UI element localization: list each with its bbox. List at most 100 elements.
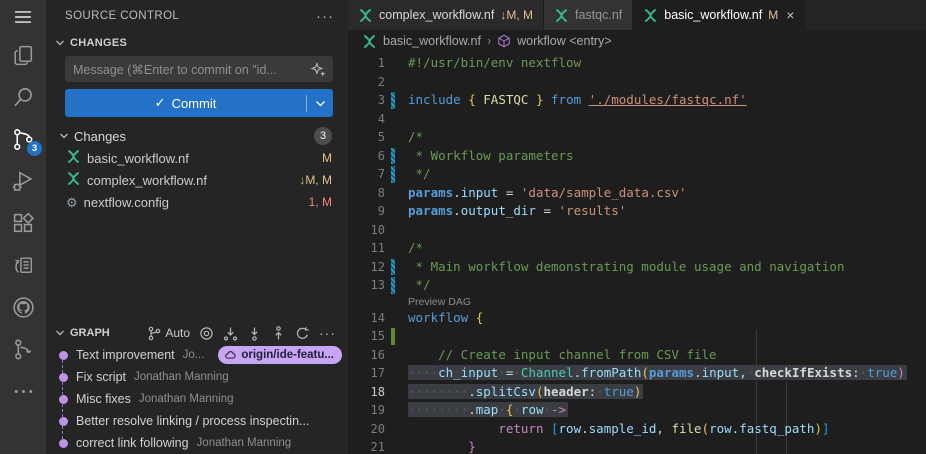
graph-toolbar: Auto ···: [147, 325, 336, 341]
code-line[interactable]: 4: [348, 110, 926, 129]
graph-section-header[interactable]: GRAPH Auto ···: [46, 322, 348, 344]
commit-button[interactable]: ✓ Commit: [65, 89, 333, 117]
activity-explorer[interactable]: [0, 34, 46, 76]
activity-more[interactable]: [0, 370, 46, 412]
tab-basic_workflow-nf[interactable]: basic_workflow.nfM×: [633, 0, 805, 30]
code-line[interactable]: 5/*: [348, 128, 926, 147]
commit-dropdown-button[interactable]: [307, 100, 333, 107]
line-number[interactable]: 20: [348, 420, 385, 439]
activity-document-arrow[interactable]: [0, 244, 46, 286]
sparkle-icon[interactable]: [310, 61, 327, 78]
line-number[interactable]: 9: [348, 202, 385, 221]
check-icon: ✓: [155, 95, 166, 111]
modified-gutter-marker: [391, 92, 395, 109]
code-line[interactable]: 3include { FASTQC } from './modules/fast…: [348, 91, 926, 110]
code-line[interactable]: 9params.output_dir = 'results': [348, 202, 926, 221]
activity-git-graph[interactable]: [0, 328, 46, 370]
codelens-preview-dag[interactable]: Preview DAG: [348, 295, 926, 309]
commit-row[interactable]: Better resolve linking / process inspect…: [46, 410, 348, 432]
code-line[interactable]: 14workflow {: [348, 309, 926, 328]
activity-run-debug[interactable]: [0, 160, 46, 202]
graph-push-button[interactable]: [271, 326, 286, 341]
commit-row[interactable]: Fix scriptJonathan Manning: [46, 366, 348, 388]
commit-author: Jo...: [183, 349, 205, 361]
line-number[interactable]: 12: [348, 258, 385, 277]
code-line[interactable]: 16 // Create input channel from CSV file: [348, 346, 926, 365]
commit-dot-icon: [59, 373, 68, 382]
tab-close-icon[interactable]: ×: [786, 7, 794, 23]
activity-search[interactable]: [0, 76, 46, 118]
activity-source-control[interactable]: 3: [0, 118, 46, 160]
code-line[interactable]: 6 * Workflow parameters: [348, 147, 926, 166]
code-line[interactable]: 8params.input = 'data/sample_data.csv': [348, 184, 926, 203]
graph-section-label: GRAPH: [70, 327, 110, 339]
changes-tree-header[interactable]: Changes 3: [46, 125, 348, 147]
commit-row[interactable]: Misc fixesJonathan Manning: [46, 388, 348, 410]
tab-fastqc-nf[interactable]: fastqc.nf: [544, 0, 633, 30]
code-line[interactable]: 7 */: [348, 165, 926, 184]
nextflow-icon: [66, 171, 81, 189]
graph-pull-button[interactable]: [247, 326, 262, 341]
graph-more-button[interactable]: ···: [319, 325, 336, 341]
line-number[interactable]: 11: [348, 239, 385, 258]
line-number[interactable]: 19: [348, 401, 385, 420]
line-number[interactable]: 2: [348, 73, 385, 92]
commit-row[interactable]: correct link followingJonathan Manning: [46, 432, 348, 454]
graph-target-button[interactable]: [199, 326, 214, 341]
code-area[interactable]: 1#!/usr/bin/env nextflow23include { FAST…: [348, 52, 926, 454]
line-number[interactable]: 4: [348, 110, 385, 129]
activity-github[interactable]: [0, 286, 46, 328]
breadcrumb-file[interactable]: basic_workflow.nf: [383, 34, 481, 48]
code-line[interactable]: 19········.map·{·row·->: [348, 401, 926, 420]
graph-refresh-button[interactable]: [295, 326, 310, 341]
code-line[interactable]: 2: [348, 73, 926, 92]
editor-group: complex_workflow.nf↓M, Mfastqc.nfbasic_w…: [348, 0, 926, 454]
file-name: nextflow.config: [84, 195, 169, 210]
line-number[interactable]: 5: [348, 128, 385, 147]
line-number[interactable]: 1: [348, 54, 385, 73]
branch-ref-badge[interactable]: origin/ide-featu...: [218, 346, 342, 364]
tab-modified-badge: M: [768, 8, 778, 22]
code-line[interactable]: 17····ch_input·=·Channel.fromPath(params…: [348, 364, 926, 383]
code-line[interactable]: 18········.splitCsv(header:·true): [348, 383, 926, 402]
commit-row[interactable]: Text improvementJo...origin/ide-featu...: [46, 344, 348, 366]
code-line[interactable]: 20 return [row.sample_id, file(row.fastq…: [348, 420, 926, 439]
line-number[interactable]: 8: [348, 184, 385, 203]
line-number[interactable]: 13: [348, 276, 385, 295]
breadcrumb-symbol[interactable]: workflow <entry>: [517, 34, 611, 48]
code-line[interactable]: 13 */: [348, 276, 926, 295]
file-row[interactable]: basic_workflow.nfM: [46, 147, 348, 169]
line-number[interactable]: 18: [348, 383, 385, 402]
line-number[interactable]: 3: [348, 91, 385, 110]
code-line[interactable]: 21 }: [348, 438, 926, 454]
line-number[interactable]: 14: [348, 309, 385, 328]
github-icon: [11, 295, 36, 320]
activity-extensions[interactable]: [0, 202, 46, 244]
code-line[interactable]: 15: [348, 327, 926, 346]
changes-section-header[interactable]: CHANGES: [46, 32, 348, 53]
line-number[interactable]: 21: [348, 438, 385, 454]
line-number[interactable]: 16: [348, 346, 385, 365]
line-number[interactable]: 10: [348, 221, 385, 240]
activity-menu[interactable]: [0, 0, 46, 34]
code-line[interactable]: 10: [348, 221, 926, 240]
line-number[interactable]: 15: [348, 327, 385, 346]
line-number[interactable]: 7: [348, 165, 385, 184]
code-line[interactable]: 11/*: [348, 239, 926, 258]
sidebar-more-actions-button[interactable]: ···: [316, 8, 334, 25]
commit-message-input[interactable]: Message (⌘Enter to commit on "id...: [65, 56, 333, 82]
file-status: 1, M: [309, 195, 332, 209]
file-row[interactable]: complex_workflow.nf↓M, M: [46, 169, 348, 191]
tab-complex_workflow-nf[interactable]: complex_workflow.nf↓M, M: [348, 0, 544, 30]
code-line[interactable]: 1#!/usr/bin/env nextflow: [348, 54, 926, 73]
symbol-cube-icon: [497, 34, 511, 48]
graph-fetch-button[interactable]: [223, 326, 238, 341]
file-row[interactable]: ⚙nextflow.config1, M: [46, 191, 348, 213]
code-line[interactable]: 12 * Main workflow demonstrating module …: [348, 258, 926, 277]
line-number[interactable]: 17: [348, 364, 385, 383]
line-number[interactable]: 6: [348, 147, 385, 166]
graph-git-branch-button[interactable]: Auto: [147, 326, 190, 341]
commit-message: Fix script: [76, 370, 126, 384]
file-name: basic_workflow.nf: [87, 151, 189, 166]
breadcrumb: basic_workflow.nf › workflow <entry>: [348, 30, 926, 52]
